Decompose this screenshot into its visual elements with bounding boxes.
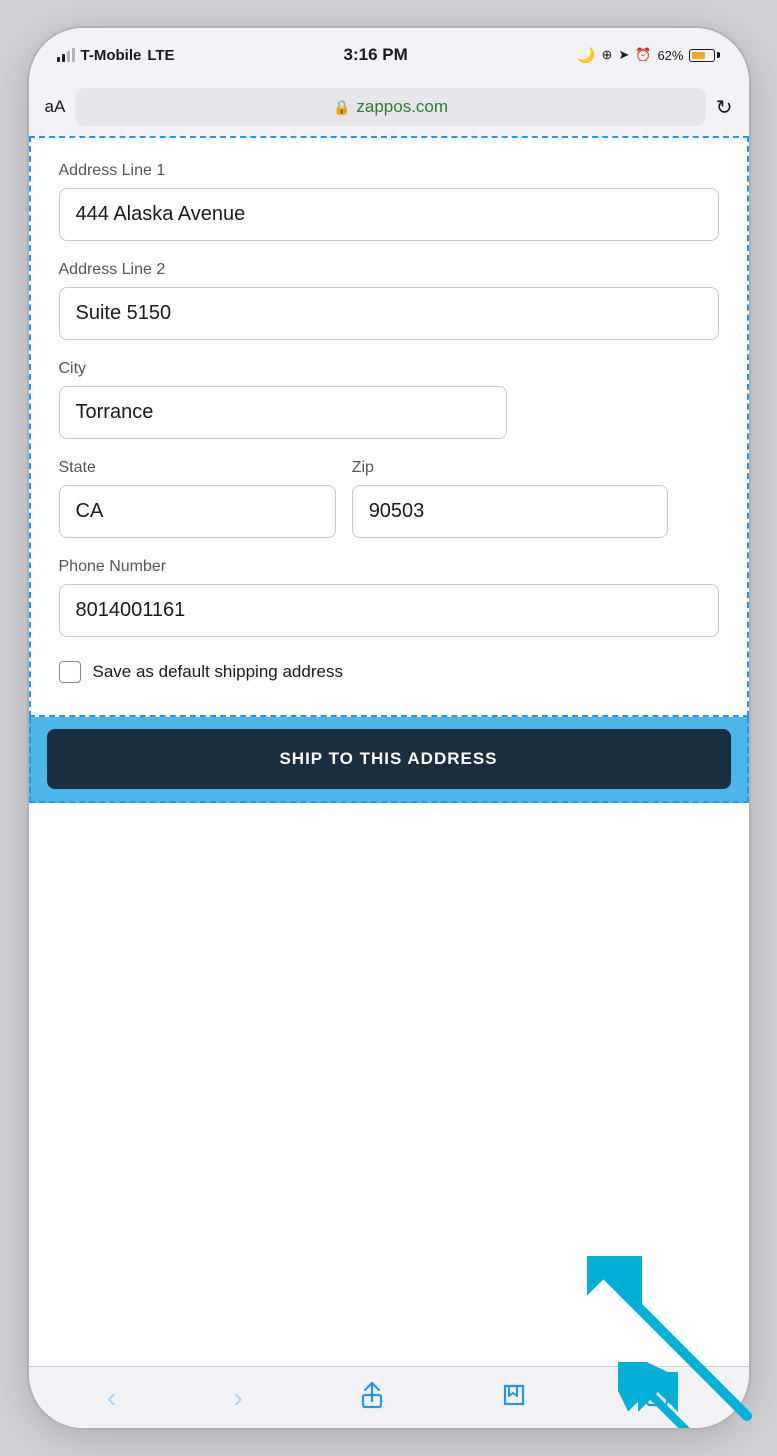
default-shipping-row[interactable]: Save as default shipping address (59, 661, 719, 683)
address-line1-input[interactable] (59, 188, 719, 241)
content-scroll[interactable]: Address Line 1 Address Line 2 City State… (29, 136, 749, 1366)
forward-button[interactable]: › (225, 1374, 250, 1422)
navigation-icon: ➤ (618, 47, 629, 63)
zip-label: Zip (352, 459, 669, 477)
status-right: 🌙 ⊕ ➤ ⏰ 62% (577, 46, 721, 64)
status-left: T-Mobile LTE (57, 47, 175, 64)
state-input[interactable] (59, 485, 336, 538)
text-size-button[interactable]: aA (45, 97, 66, 117)
zip-input[interactable] (352, 485, 669, 538)
state-label: State (59, 459, 336, 477)
url-bar[interactable]: 🔒 zappos.com (75, 88, 705, 126)
reload-button[interactable]: ↻ (716, 95, 733, 120)
default-shipping-label: Save as default shipping address (93, 662, 343, 682)
back-button[interactable]: ‹ (99, 1374, 124, 1422)
status-bar: T-Mobile LTE 3:16 PM 🌙 ⊕ ➤ ⏰ 62% (29, 28, 749, 82)
form-container: Address Line 1 Address Line 2 City State… (29, 136, 749, 717)
network-label: LTE (147, 47, 174, 64)
state-zip-row (59, 485, 719, 538)
main-content: Address Line 1 Address Line 2 City State… (29, 136, 749, 1366)
default-shipping-checkbox[interactable] (59, 661, 81, 683)
url-text: zappos.com (356, 97, 448, 117)
moon-icon: 🌙 (577, 46, 596, 64)
phone-input[interactable] (59, 584, 719, 637)
address-line1-label: Address Line 1 (59, 162, 719, 180)
state-zip-labels: State Zip (59, 459, 719, 477)
ship-button-container: SHIP TO THIS ADDRESS (29, 717, 749, 803)
browser-bottom-bar: ‹ › (29, 1366, 749, 1428)
address-line2-label: Address Line 2 (59, 261, 719, 279)
alarm-icon: ⏰ (635, 47, 651, 63)
lock-icon: 🔒 (333, 99, 350, 116)
signal-bars-icon (57, 48, 75, 62)
bookmarks-button[interactable] (493, 1374, 535, 1422)
share-button[interactable] (352, 1373, 392, 1423)
browser-bar: aA 🔒 zappos.com ↻ (29, 82, 749, 136)
phone-frame: T-Mobile LTE 3:16 PM 🌙 ⊕ ➤ ⏰ 62% aA 🔒 (29, 28, 749, 1428)
time-display: 3:16 PM (344, 45, 408, 65)
battery-percent: 62% (657, 48, 683, 63)
tabs-button[interactable] (636, 1374, 678, 1422)
location-icon: ⊕ (601, 47, 612, 63)
ship-to-address-button[interactable]: SHIP TO THIS ADDRESS (47, 729, 731, 789)
city-label: City (59, 360, 719, 378)
city-input[interactable] (59, 386, 508, 439)
carrier-label: T-Mobile (81, 47, 142, 64)
address-line2-input[interactable] (59, 287, 719, 340)
phone-label: Phone Number (59, 558, 719, 576)
battery-indicator (689, 49, 720, 62)
